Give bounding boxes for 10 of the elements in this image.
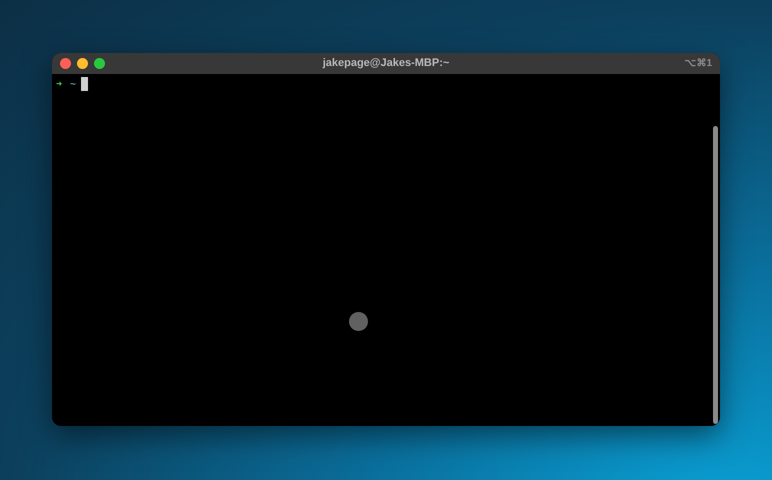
window-title: jakepage@Jakes-MBP:~	[322, 57, 450, 70]
text-cursor	[81, 77, 88, 92]
current-directory: ~	[70, 79, 76, 90]
keyboard-shortcut: ⌥⌘1	[684, 57, 712, 71]
zoom-button[interactable]	[94, 58, 105, 69]
pointer-indicator	[349, 312, 368, 331]
prompt-arrow: ➜	[56, 79, 62, 90]
close-button[interactable]	[60, 58, 71, 69]
scrollbar-thumb[interactable]	[713, 126, 718, 424]
minimize-button[interactable]	[77, 58, 88, 69]
